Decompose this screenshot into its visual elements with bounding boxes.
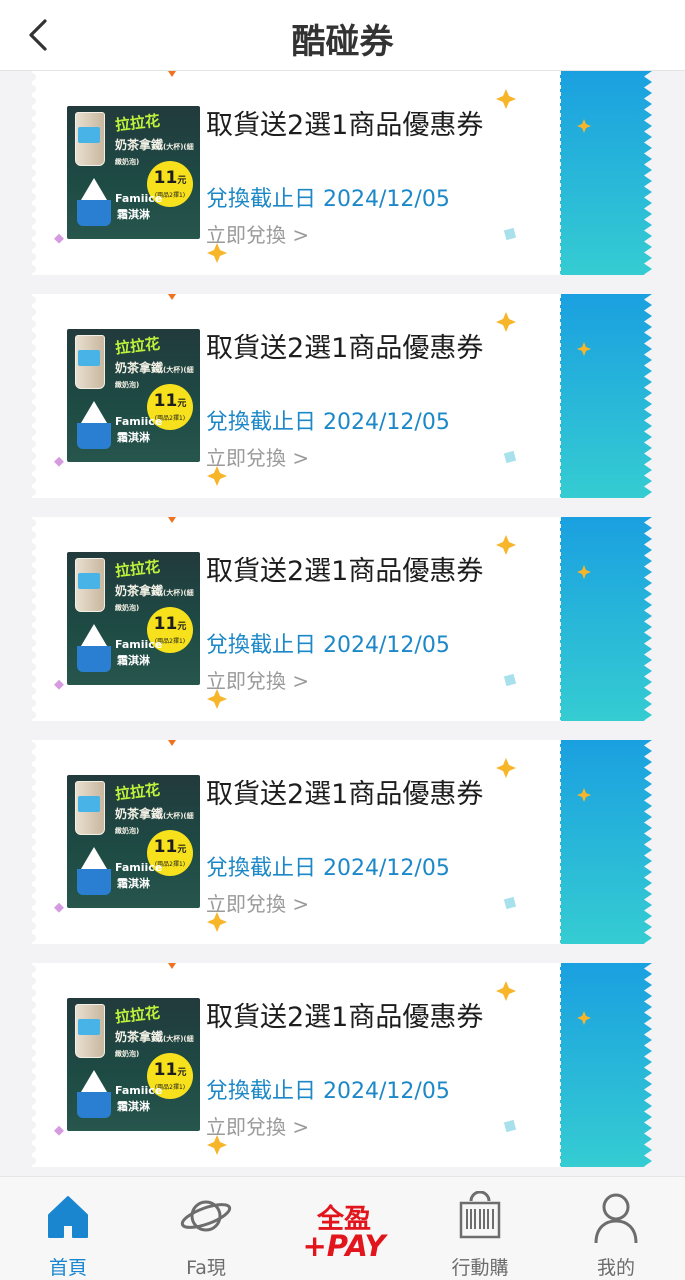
- coupon-card[interactable]: 拉拉花 奶茶拿鐵(大杯)(細緻奶泡) 11元 (兩品2擇1) Famiice 霜…: [32, 294, 652, 499]
- coupon-card[interactable]: 拉拉花 奶茶拿鐵(大杯)(細緻奶泡) 11元 (兩品2擇1) Famiice 霜…: [32, 740, 652, 945]
- ice-brand: Famiice: [115, 638, 163, 651]
- header-bar: 酷碰券: [0, 0, 685, 71]
- coupon-list[interactable]: 拉拉花 奶茶拿鐵(大杯)(細緻奶泡) 11元 (兩品2擇1) Famiice 霜…: [0, 71, 685, 1176]
- ice-brand: Famiice: [115, 192, 163, 205]
- ice-cream-cup: [77, 1092, 111, 1118]
- ice-name: 霜淇淋: [117, 877, 150, 890]
- coupon-title: 取貨送2選1商品優惠券: [206, 779, 484, 810]
- product-name: 奶茶拿鐵(大杯)(細緻奶泡): [115, 807, 194, 835]
- redeem-link[interactable]: 立即兌換 >: [206, 888, 309, 917]
- ice-brand: Famiice: [115, 861, 163, 874]
- coupon-card[interactable]: 拉拉花 奶茶拿鐵(大杯)(細緻奶泡) 11元 (兩品2擇1) Famiice 霜…: [32, 963, 652, 1168]
- pay-logo-bottom: +PAY: [302, 1229, 386, 1263]
- ice-cream-swirl: [81, 1070, 107, 1092]
- brand-overlay: 拉拉花: [114, 780, 161, 804]
- coupon-expiry: 兌換截止日 2024/12/05: [206, 856, 450, 881]
- coupon-image: 拉拉花 奶茶拿鐵(大杯)(細緻奶泡) 11元 (兩品2擇1) Famiice 霜…: [67, 998, 200, 1131]
- tab-home-label: 首頁: [48, 1257, 87, 1279]
- product-name: 奶茶拿鐵(大杯)(細緻奶泡): [115, 361, 194, 389]
- coupon-card[interactable]: 拉拉花 奶茶拿鐵(大杯)(細緻奶泡) 11元 (兩品2擇1) Famiice 霜…: [32, 71, 652, 276]
- ice-name: 霜淇淋: [117, 431, 150, 444]
- redeem-link[interactable]: 立即兌換 >: [206, 219, 309, 248]
- ice-cream-swirl: [81, 178, 107, 200]
- ice-cream-cup: [77, 869, 111, 895]
- ice-cream-cup: [77, 423, 111, 449]
- coupon-expiry: 兌換截止日 2024/12/05: [206, 633, 450, 658]
- coupon-expiry: 兌換截止日 2024/12/05: [206, 187, 450, 212]
- user-icon: [594, 1193, 638, 1244]
- brand-overlay: 拉拉花: [114, 334, 161, 358]
- tab-mobile-shop-label: 行動購: [451, 1257, 509, 1279]
- coupon-image: 拉拉花 奶茶拿鐵(大杯)(細緻奶泡) 11元 (兩品2擇1) Famiice 霜…: [67, 775, 200, 908]
- ice-brand: Famiice: [115, 415, 163, 428]
- tab-me-label: 我的: [596, 1257, 635, 1279]
- product-name: 奶茶拿鐵(大杯)(細緻奶泡): [115, 1030, 194, 1058]
- ice-name: 霜淇淋: [117, 1100, 150, 1113]
- home-icon: [48, 1196, 88, 1238]
- coupon-title: 取貨送2選1商品優惠券: [206, 333, 484, 364]
- coupon-image: 拉拉花 奶茶拿鐵(大杯)(細緻奶泡) 11元 (兩品2擇1) Famiice 霜…: [67, 552, 200, 685]
- tab-mobile-shop[interactable]: 行動購: [420, 1177, 540, 1280]
- milk-tea-cup: [75, 1004, 105, 1058]
- tab-me[interactable]: 我的: [556, 1177, 676, 1280]
- tab-home[interactable]: 首頁: [8, 1177, 128, 1280]
- ice-cream-swirl: [81, 624, 107, 646]
- coupon-title: 取貨送2選1商品優惠券: [206, 556, 484, 587]
- coupon-image: 拉拉花 奶茶拿鐵(大杯)(細緻奶泡) 11元 (兩品2擇1) Famiice 霜…: [67, 106, 200, 239]
- redeem-link[interactable]: 立即兌換 >: [206, 665, 309, 694]
- tab-fa-label: Fa現: [186, 1257, 226, 1279]
- planet-icon: [180, 1200, 232, 1232]
- ice-cream-cup: [77, 200, 111, 226]
- barcode-bag-icon: [459, 1191, 501, 1239]
- ice-name: 霜淇淋: [117, 208, 150, 221]
- milk-tea-cup: [75, 335, 105, 389]
- product-name: 奶茶拿鐵(大杯)(細緻奶泡): [115, 138, 194, 166]
- coupon-title: 取貨送2選1商品優惠券: [206, 110, 484, 141]
- tab-fa[interactable]: Fa現: [146, 1177, 266, 1280]
- brand-overlay: 拉拉花: [114, 557, 161, 581]
- coupon-image: 拉拉花 奶茶拿鐵(大杯)(細緻奶泡) 11元 (兩品2擇1) Famiice 霜…: [67, 329, 200, 462]
- ice-brand: Famiice: [115, 1084, 163, 1097]
- redeem-link[interactable]: 立即兌換 >: [206, 442, 309, 471]
- ice-cream-cup: [77, 646, 111, 672]
- bottom-tab-bar: 首頁 Fa現 全盈 +PAY 行動購 我的: [0, 1176, 685, 1280]
- page-title: 酷碰券: [291, 22, 394, 62]
- coupon-title: 取貨送2選1商品優惠券: [206, 1002, 484, 1033]
- milk-tea-cup: [75, 781, 105, 835]
- coupon-card[interactable]: 拉拉花 奶茶拿鐵(大杯)(細緻奶泡) 11元 (兩品2擇1) Famiice 霜…: [32, 517, 652, 722]
- brand-overlay: 拉拉花: [114, 1003, 161, 1027]
- milk-tea-cup: [75, 112, 105, 166]
- product-name: 奶茶拿鐵(大杯)(細緻奶泡): [115, 584, 194, 612]
- ice-cream-swirl: [81, 401, 107, 423]
- tab-pay[interactable]: 全盈 +PAY: [284, 1177, 404, 1280]
- milk-tea-cup: [75, 558, 105, 612]
- ice-cream-swirl: [81, 847, 107, 869]
- ice-name: 霜淇淋: [117, 654, 150, 667]
- coupon-expiry: 兌換截止日 2024/12/05: [206, 410, 450, 435]
- brand-overlay: 拉拉花: [114, 111, 161, 135]
- redeem-link[interactable]: 立即兌換 >: [206, 1111, 309, 1140]
- coupon-expiry: 兌換截止日 2024/12/05: [206, 1079, 450, 1104]
